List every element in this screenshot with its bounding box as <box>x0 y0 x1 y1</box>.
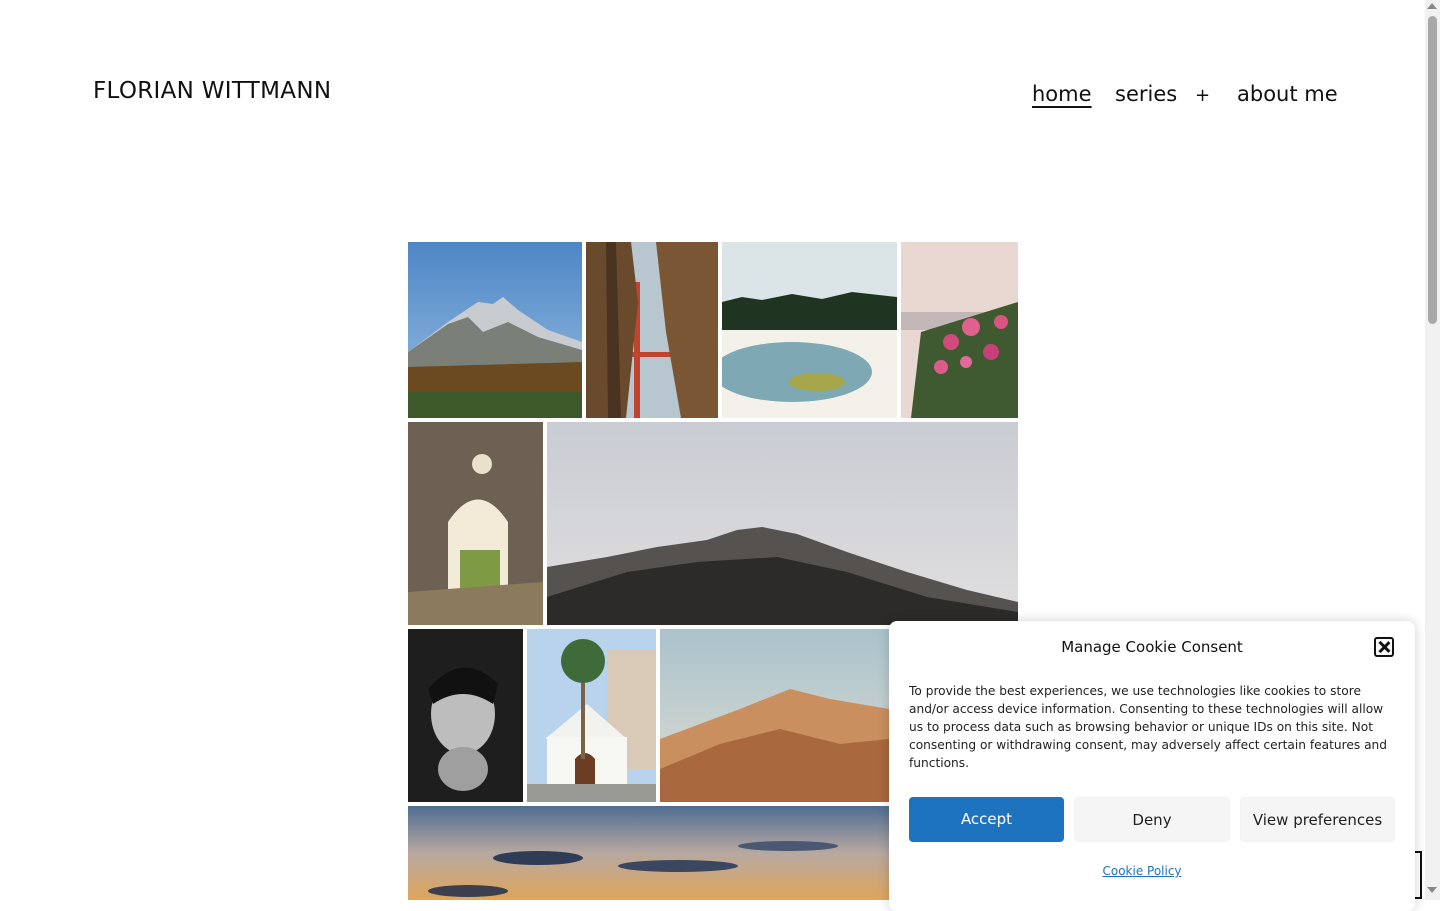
gallery-photo[interactable] <box>901 242 1018 418</box>
submenu-expand-icon[interactable]: + <box>1195 85 1210 106</box>
scroll-down-arrow-icon[interactable] <box>1427 887 1437 893</box>
sunset-photo <box>408 806 890 900</box>
mountain-ridge-photo <box>547 422 1018 625</box>
close-icon[interactable] <box>1374 637 1394 657</box>
desert-mountains-photo <box>660 629 889 802</box>
scroll-up-arrow-icon[interactable] <box>1427 3 1437 9</box>
gallery-photo[interactable] <box>408 629 523 802</box>
gallery-photo[interactable] <box>586 242 718 418</box>
ruin-arch-photo <box>408 422 543 625</box>
nav-item-about-me[interactable]: about me <box>1237 82 1338 106</box>
accept-button[interactable]: Accept <box>909 797 1064 842</box>
church-photo <box>527 629 656 802</box>
site-title[interactable]: FLORIAN WITTMANN <box>93 78 331 104</box>
gallery-photo[interactable] <box>408 806 890 900</box>
bridge-photo <box>586 242 718 418</box>
portrait-photo <box>408 629 523 802</box>
mountain-photo <box>408 242 582 418</box>
cookie-consent-dialog: Manage Cookie Consent To provide the bes… <box>889 621 1415 911</box>
nav-item-home[interactable]: home <box>1032 82 1092 106</box>
gallery-photo[interactable] <box>722 242 897 418</box>
flowers-photo <box>901 242 1018 418</box>
gallery-photo[interactable] <box>527 629 656 802</box>
deny-button[interactable]: Deny <box>1074 797 1230 842</box>
scrollbar-thumb[interactable] <box>1428 16 1437 324</box>
gallery-photo[interactable] <box>547 422 1018 625</box>
gallery-photo[interactable] <box>408 422 543 625</box>
gallery-photo[interactable] <box>660 629 889 802</box>
view-preferences-button[interactable]: View preferences <box>1240 797 1395 842</box>
cookie-policy-link[interactable]: Cookie Policy <box>889 864 1395 878</box>
nav-item-series[interactable]: series <box>1115 82 1177 106</box>
cookie-dialog-message: To provide the best experiences, we use … <box>909 684 1388 770</box>
gallery-photo[interactable] <box>408 242 582 418</box>
cookie-dialog-title: Manage Cookie Consent <box>1061 638 1243 656</box>
lake-photo <box>722 242 897 418</box>
